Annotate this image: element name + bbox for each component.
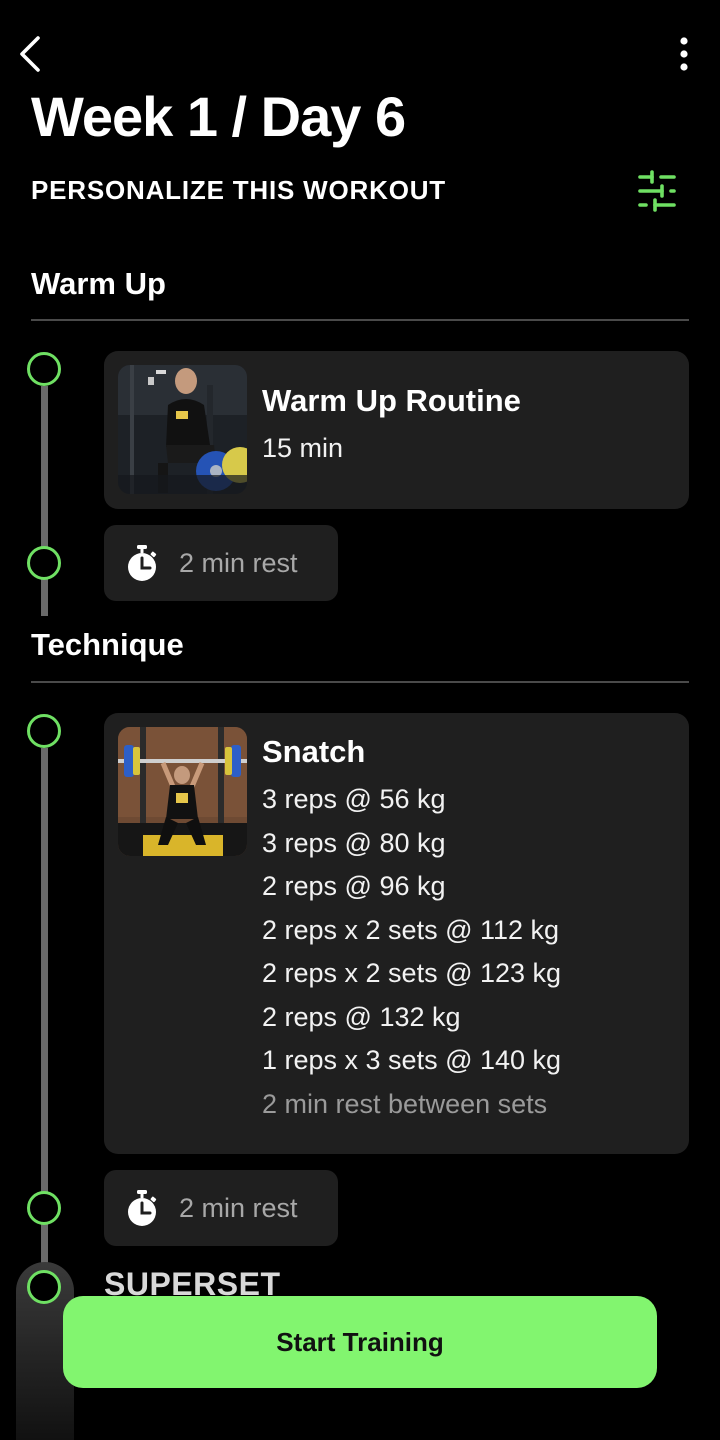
page-title: Week 1 / Day 6 (31, 85, 406, 148)
set-line: 3 reps @ 80 kg (262, 828, 446, 858)
timeline-dot (27, 1191, 61, 1225)
chevron-left-icon (20, 36, 40, 72)
personalize-button[interactable] (634, 168, 680, 214)
rest-chip: 2 min rest (104, 1170, 338, 1246)
snatch-exercise-card[interactable]: Snatch 3 reps @ 56 kg 3 reps @ 80 kg 2 r… (104, 713, 689, 1154)
set-line: 2 reps @ 96 kg (262, 871, 446, 901)
timeline-dot (27, 352, 61, 386)
set-line: 2 reps x 2 sets @ 112 kg (262, 915, 560, 945)
timeline-dot (27, 1270, 61, 1304)
warmup-thumbnail (118, 365, 247, 494)
rest-note: 2 min rest between sets (262, 1089, 548, 1119)
stopwatch-icon (124, 1188, 160, 1228)
snatch-card-title: Snatch (262, 734, 366, 769)
rest-label: 2 min rest (179, 547, 298, 578)
back-button[interactable] (10, 30, 50, 78)
rest-label: 2 min rest (179, 1192, 298, 1223)
rest-chip: 2 min rest (104, 525, 338, 601)
warmup-card-duration: 15 min (262, 433, 344, 463)
personalize-link[interactable]: PERSONALIZE THIS WORKOUT (31, 170, 446, 210)
more-options-button[interactable] (664, 30, 704, 78)
set-line: 3 reps @ 56 kg (262, 784, 446, 814)
set-line: 2 reps x 2 sets @ 123 kg (262, 958, 562, 988)
start-training-button[interactable]: Start Training (63, 1296, 657, 1388)
section-title-warmup: Warm Up (31, 266, 166, 301)
warmup-card-title: Warm Up Routine (262, 383, 521, 418)
timeline-dot (27, 714, 61, 748)
divider (31, 319, 689, 321)
snatch-thumbnail (118, 727, 247, 856)
timeline-dot (27, 546, 61, 580)
timeline-line (41, 386, 48, 616)
section-title-technique: Technique (31, 627, 184, 662)
set-line: 1 reps x 3 sets @ 140 kg (262, 1045, 562, 1075)
stopwatch-icon (124, 543, 160, 583)
more-vertical-icon (680, 37, 688, 71)
divider (31, 681, 689, 683)
sliders-icon (638, 170, 676, 212)
warmup-routine-card[interactable]: Warm Up Routine 15 min (104, 351, 689, 509)
set-line: 2 reps @ 132 kg (262, 1002, 461, 1032)
